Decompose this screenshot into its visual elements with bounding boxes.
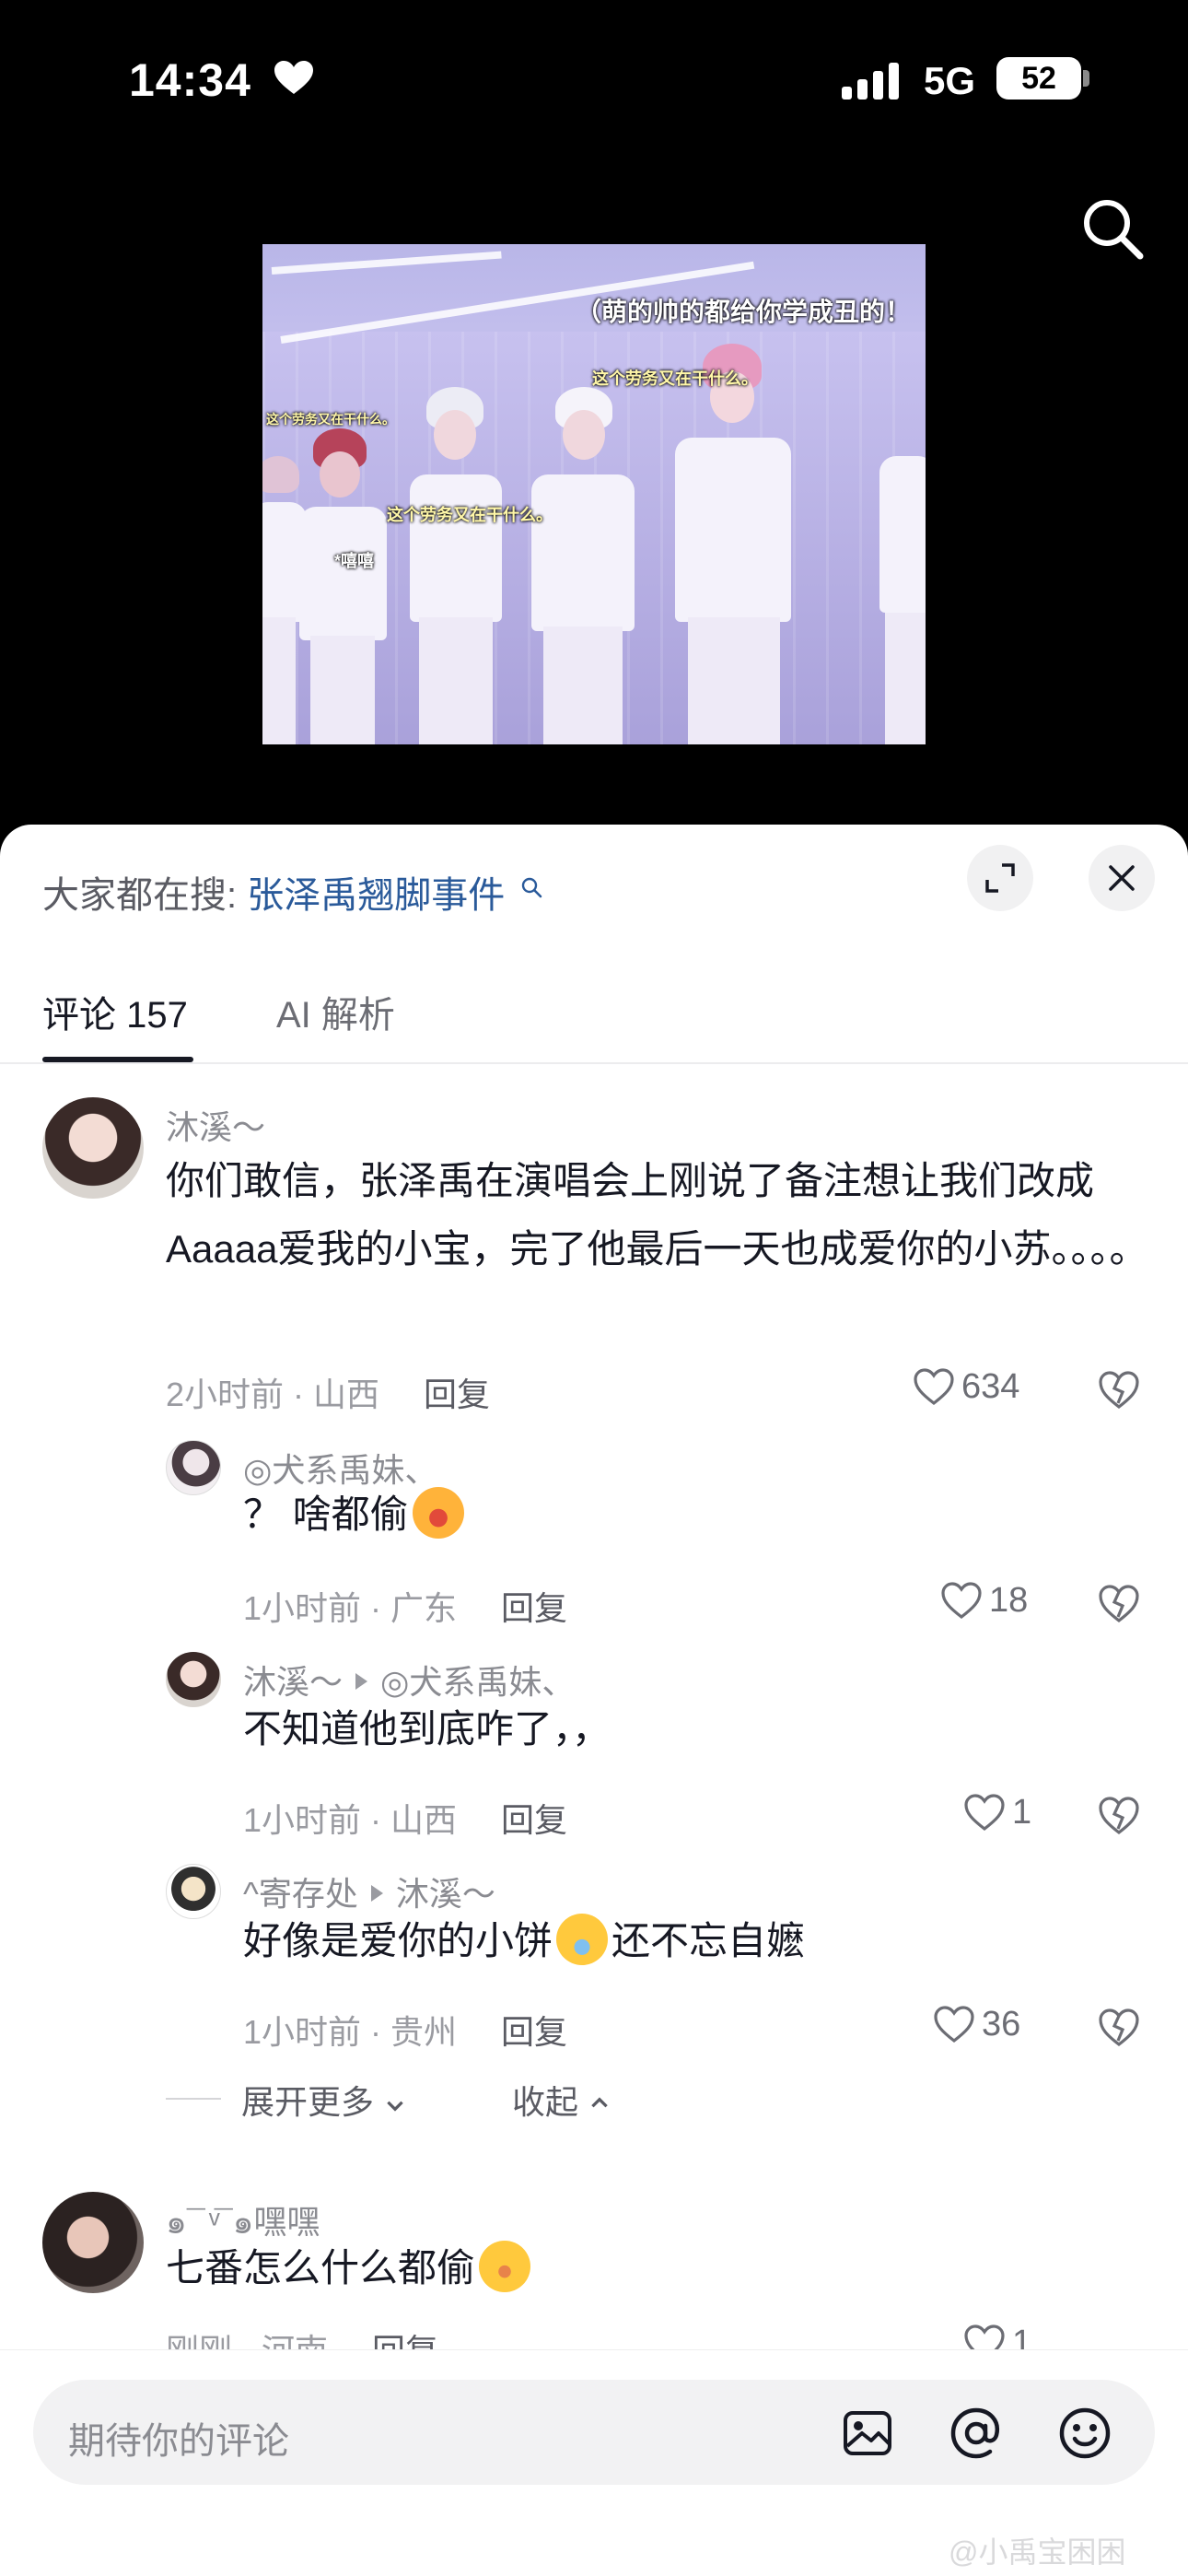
trending-prefix: 大家都在搜: [42,875,238,916]
comment-meta: 1小时前 · 山西 回复 [243,1794,567,1842]
comment-input[interactable]: 期待你的评论 [33,2380,1155,2485]
teary-emoji-icon [556,1914,609,1965]
comment-author[interactable]: 沐溪～ [166,1101,265,1149]
video-player[interactable]: （萌的帅的都给你学成丑的！ 这个劳务又在干什么。 这个劳务又在干什么。 这个劳务… [262,244,926,744]
signal-icon [842,63,899,100]
like-icon [914,1368,954,1406]
reply-button[interactable]: 回复 [501,2013,567,2051]
like-button[interactable]: 18 [939,1580,1028,1621]
trending-search[interactable]: 大家都在搜: 张泽禹翘脚事件 [42,865,542,919]
comment-time: 1小时前 · 山西 [243,1801,458,1839]
heart-icon [274,61,313,94]
comment-tabs: 评论 157 AI 解析 [0,981,1188,1064]
watermark: @小禹宝困困 [949,2535,1126,2569]
video-caption: 这个劳务又在干什么。 [266,412,395,427]
comment-meta: 1小时前 · 广东 回复 [243,1582,567,1630]
like-count: 36 [982,2005,1021,2043]
expand-more-button[interactable]: 展开更多 [241,2083,416,2121]
reply-button[interactable]: 回复 [501,1589,567,1627]
shush-emoji-icon [479,2241,531,2292]
chevron-up-icon [591,2097,608,2108]
reply-button[interactable]: 回复 [501,1801,567,1839]
close-button[interactable] [1089,845,1155,911]
tab-comments[interactable]: 评论 157 [42,985,188,1066]
like-button[interactable]: 36 [932,2004,1020,2044]
kiss-emoji-icon [412,1487,464,1539]
like-count: 1 [1012,1793,1032,1832]
comment-time: 1小时前 · 广东 [243,1589,458,1627]
avatar[interactable] [42,2192,144,2293]
comment-sheet: 大家都在搜: 张泽禹翘脚事件 评论 157 AI 解析 沐溪～ 你们敢信，张泽禹… [0,825,1188,2576]
close-icon [1109,865,1135,891]
comment-meta: 1小时前 · 贵州 回复 [243,2006,567,2054]
search-icon [522,877,542,898]
collapse-icon [985,863,1015,893]
like-icon [941,1582,982,1620]
comment-text: 不知道他到底咋了，， [243,1707,611,1751]
stage-light [271,251,502,275]
like-count: 634 [961,1367,1020,1406]
reply-button[interactable]: 回复 [424,1376,490,1413]
battery-cap [1083,70,1089,87]
like-count: 18 [989,1581,1029,1620]
dislike-icon[interactable] [1096,2006,1142,2048]
image-icon[interactable] [840,2406,895,2461]
comment-meta: 2小时前 · 山西 回复 [166,1368,490,1416]
status-time: 14:34 [129,54,251,106]
comment-placeholder: 期待你的评论 [68,2421,289,2462]
comment-text: 你们敢信，张泽禹在演唱会上刚说了备注想让我们改成Aaaaa爱我的小宝，完了他最后… [166,1159,1148,1270]
chevron-down-icon [387,2101,403,2112]
search-icon[interactable] [1076,192,1149,265]
emoji-icon[interactable] [1057,2406,1112,2461]
status-bar: 14:34 5G 52 [0,0,1188,166]
comment-text: 好像是爱你的小饼 还不忘自嬷 [243,1907,805,1975]
dislike-icon[interactable] [1096,1582,1142,1624]
dislike-icon[interactable] [1096,1794,1142,1836]
collapse-button[interactable] [967,845,1033,911]
like-icon [964,1794,1005,1832]
reply-arrow-icon [355,1673,368,1690]
at-icon[interactable] [949,2406,1004,2461]
comment-time: 2小时前 · 山西 [166,1376,380,1413]
network-type: 5G [924,59,976,102]
collapse-replies-button[interactable]: 收起 [512,2083,611,2121]
like-icon [934,2006,974,2043]
like-button[interactable]: 1 [962,1792,1031,1832]
battery-level: 52 [996,57,1081,100]
video-caption: *嘻嘻 [334,552,375,570]
comment-time: 1小时前 · 贵州 [243,2013,458,2051]
avatar[interactable] [166,1440,221,1495]
video-caption: 这个劳务又在干什么。 [592,369,758,388]
reply-arrow-icon [370,1885,383,1902]
tab-ai-analysis[interactable]: AI 解析 [276,985,395,1066]
like-button[interactable]: 634 [912,1366,1019,1407]
video-caption-main: （萌的帅的都给你学成丑的！ [576,298,912,326]
comment-text: 七番怎么什么都偷 [166,2234,531,2302]
avatar[interactable] [42,1097,144,1199]
comment-text: ？ 啥都偷 [243,1481,464,1549]
expand-row: 展开更多 收起 [241,2076,611,2124]
active-tab-indicator [42,1057,193,1062]
trending-term[interactable]: 张泽禹翘脚事件 [247,875,505,916]
dislike-icon[interactable] [1096,1368,1142,1411]
avatar[interactable] [166,1864,221,1919]
divider [166,2098,221,2100]
avatar[interactable] [166,1652,221,1707]
video-caption: 这个劳务又在干什么。 [387,506,553,524]
